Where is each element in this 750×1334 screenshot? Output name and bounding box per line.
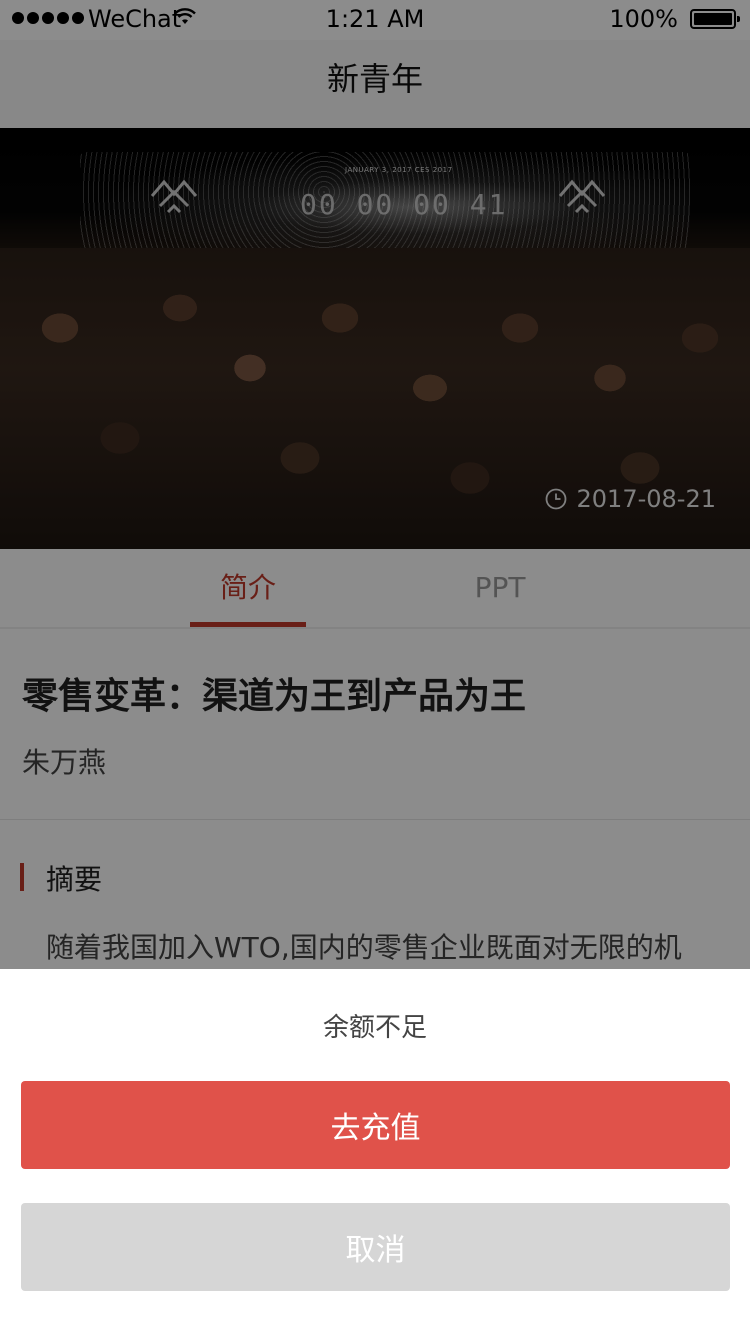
recharge-button[interactable]: 去充值 <box>21 1081 730 1169</box>
sheet-message: 余额不足 <box>322 1013 427 1043</box>
insufficient-balance-sheet: 余额不足 去充值 取消 <box>0 969 750 1334</box>
modal-overlay[interactable] <box>0 0 750 969</box>
screen: WeChat 1:21 AM 100% 新青年 JANUARY 3, 2017 … <box>0 0 750 1334</box>
cancel-button[interactable]: 取消 <box>21 1203 730 1291</box>
